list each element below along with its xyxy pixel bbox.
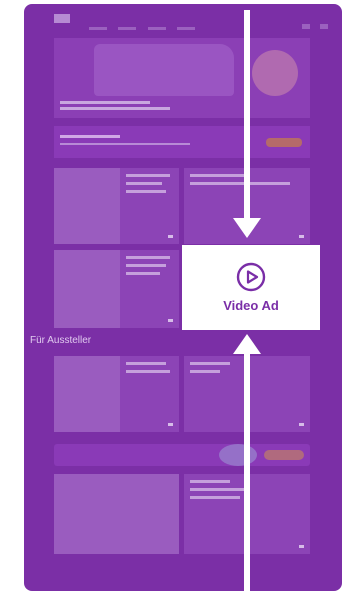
truck-image [94, 44, 234, 96]
arrow-icon [168, 423, 173, 426]
news-card [54, 168, 179, 244]
video-ad-label: Video Ad [223, 298, 279, 313]
arrow-down-shaft [244, 10, 250, 220]
news-card [54, 250, 179, 328]
nav-link-placeholder [89, 27, 107, 30]
arrow-up-icon [233, 334, 261, 354]
newsletter-button [264, 450, 304, 460]
card-image [54, 356, 120, 432]
banner-heading [60, 135, 120, 138]
hero-banner [54, 38, 310, 118]
section-title: Für Aussteller [30, 335, 92, 346]
site-logo [54, 14, 70, 23]
arrow-icon [299, 545, 304, 548]
nav-utility-placeholder [301, 24, 310, 29]
play-circle-icon [236, 262, 266, 292]
event-card [54, 474, 179, 554]
video-ad-placeholder[interactable]: Video Ad [182, 245, 320, 330]
arrow-up-shaft [244, 352, 250, 591]
arrow-icon [168, 319, 173, 322]
nav-link-placeholder [177, 27, 196, 30]
newsletter-bar [54, 444, 310, 466]
arrow-icon [299, 423, 304, 426]
arrow-down-icon [233, 218, 261, 238]
arrow-icon [299, 235, 304, 238]
banner-button [266, 138, 302, 147]
top-navigation [24, 4, 342, 34]
exhibitor-card [54, 356, 179, 432]
card-image [54, 168, 120, 244]
nav-utilities [296, 16, 328, 34]
nav-link-placeholder [147, 27, 166, 30]
decorative-circle [219, 444, 257, 466]
card-image [54, 250, 120, 328]
card-image [54, 474, 179, 554]
arrow-icon [168, 235, 173, 238]
nav-links [89, 17, 202, 35]
nav-link-placeholder [118, 27, 137, 30]
hero-caption [60, 98, 170, 110]
nav-utility-placeholder [320, 24, 328, 29]
banner-text [60, 143, 190, 145]
date-badge [252, 50, 298, 96]
exhibitor-banner [54, 126, 310, 158]
